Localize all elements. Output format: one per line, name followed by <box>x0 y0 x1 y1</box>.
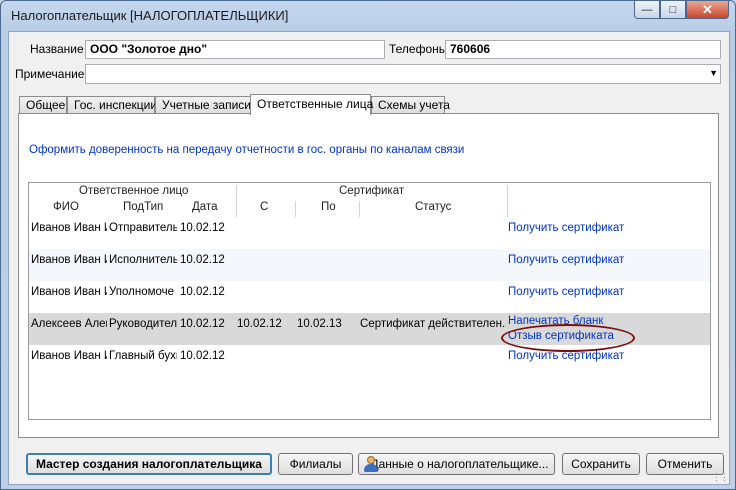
table-row[interactable]: Иванов Иван И Главный бухг 10.02.12 Полу… <box>29 345 710 377</box>
title-bar[interactable]: Налогоплательщик [НАЛОГОПЛАТЕЛЬЩИКИ] — □… <box>1 1 735 31</box>
column-header-from[interactable]: С <box>260 201 268 213</box>
save-button[interactable]: Сохранить <box>562 453 640 475</box>
branches-button[interactable]: Филиалы <box>278 453 353 475</box>
tab-accounts[interactable]: Учетные записи <box>155 96 251 114</box>
cell-subtype: Исполнитель <box>109 254 177 266</box>
phones-field[interactable]: 760606 <box>445 40 721 59</box>
tab-accounting-schemes[interactable]: Схемы учета <box>371 96 450 114</box>
name-field[interactable]: ООО "Золотое дно" <box>85 40 385 59</box>
cell-cert-status: Сертификат действителен. <box>360 318 506 330</box>
cell-subtype: Руководител <box>109 318 177 330</box>
get-certificate-link[interactable]: Получить сертификат <box>508 254 624 266</box>
table-row[interactable]: Иванов Иван И Уполномоче 10.02.12 Получи… <box>29 281 710 313</box>
header-separator <box>236 185 237 217</box>
group-header-certificate: Сертификат <box>339 185 405 197</box>
column-header-to[interactable]: По <box>321 201 336 213</box>
highlight-ellipse <box>501 324 635 352</box>
cell-date: 10.02.12 <box>180 350 225 362</box>
resize-grip-icon[interactable]: ⋮⋮ <box>712 472 729 483</box>
minimize-icon: — <box>641 3 653 16</box>
cell-cert-to: 10.02.13 <box>297 318 342 330</box>
cell-fio: Алексеев Алек <box>31 318 107 330</box>
cell-fio: Иванов Иван И <box>31 350 107 362</box>
name-label: Название <box>30 42 84 56</box>
cell-date: 10.02.12 <box>180 318 225 330</box>
column-header-status[interactable]: Статус <box>415 201 451 213</box>
cell-subtype: Уполномоче <box>109 286 175 298</box>
dialog-client-area: Название ООО "Золотое дно" Телефоны 7606… <box>8 31 730 485</box>
tab-tax-inspections[interactable]: Гос. инспекции <box>67 96 157 114</box>
wizard-button[interactable]: Мастер создания налогоплательщика <box>26 453 272 475</box>
maximize-icon: □ <box>669 3 677 16</box>
column-header-date[interactable]: Дата <box>192 201 217 213</box>
cell-date: 10.02.12 <box>180 286 225 298</box>
cell-subtype: Главный бухг <box>109 350 177 362</box>
cell-date: 10.02.12 <box>180 222 225 234</box>
tab-responsible-persons[interactable]: Ответственные лица <box>250 94 373 115</box>
cell-date: 10.02.12 <box>180 254 225 266</box>
cell-fio: Иванов Иван И <box>31 254 107 266</box>
tab-general[interactable]: Общее <box>19 96 67 114</box>
chevron-down-icon[interactable]: ▼ <box>709 68 718 78</box>
window-controls: — □ ✕ <box>634 1 729 20</box>
payer-data-label: Данные о налогоплательщике... <box>370 457 549 471</box>
taxpayer-window: Налогоплательщик [НАЛОГОПЛАТЕЛЬЩИКИ] — □… <box>0 0 736 490</box>
column-header-subtype[interactable]: ПодТип <box>123 201 163 213</box>
table-row[interactable]: Иванов Иван И Отправитель 10.02.12 Получ… <box>29 217 710 249</box>
cell-fio: Иванов Иван И <box>31 286 107 298</box>
table-row[interactable]: Иванов Иван И Исполнитель 10.02.12 Получ… <box>29 249 710 281</box>
close-button[interactable]: ✕ <box>686 1 729 19</box>
header-separator <box>295 201 296 217</box>
close-icon: ✕ <box>702 1 713 17</box>
note-label: Примечание <box>15 67 85 81</box>
header-separator <box>507 185 508 217</box>
header-separator <box>359 201 360 217</box>
group-header-person: Ответственное лицо <box>79 185 189 197</box>
cell-fio: Иванов Иван И <box>31 222 107 234</box>
cell-cert-from: 10.02.12 <box>237 318 282 330</box>
cell-subtype: Отправитель <box>109 222 177 234</box>
create-proxy-link[interactable]: Оформить доверенность на передачу отчетн… <box>29 144 464 156</box>
responsible-persons-panel: Оформить доверенность на передачу отчетн… <box>18 113 719 438</box>
maximize-button[interactable]: □ <box>660 1 686 19</box>
minimize-button[interactable]: — <box>634 1 660 19</box>
get-certificate-link[interactable]: Получить сертификат <box>508 222 624 234</box>
payer-data-button[interactable]: Данные о налогоплательщике... <box>358 453 555 475</box>
note-combobox[interactable]: ▼ <box>85 64 721 84</box>
phones-label: Телефоны <box>389 42 448 56</box>
window-title: Налогоплательщик [НАЛОГОПЛАТЕЛЬЩИКИ] <box>11 8 289 23</box>
column-header-fio[interactable]: ФИО <box>53 201 79 213</box>
get-certificate-link[interactable]: Получить сертификат <box>508 286 624 298</box>
responsible-persons-grid: Ответственное лицо Сертификат ФИО ПодТип… <box>28 182 711 420</box>
